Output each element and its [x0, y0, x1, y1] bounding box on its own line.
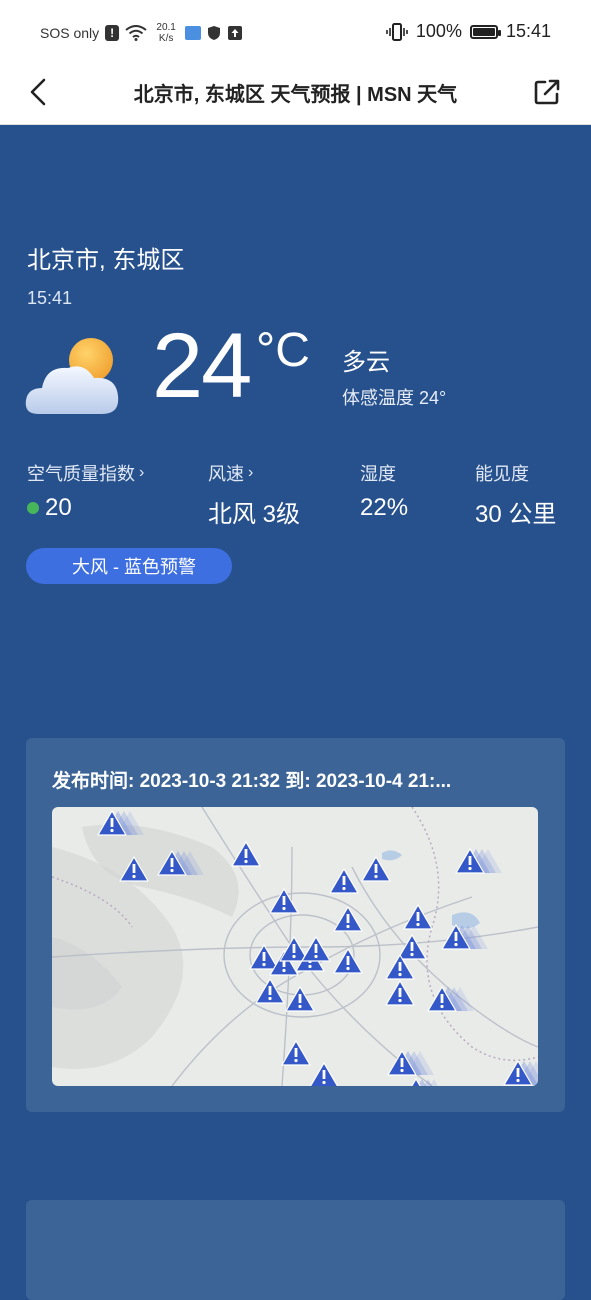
wind-value: 北风 3级	[208, 501, 301, 528]
warning-marker-icon	[285, 986, 315, 1012]
chevron-left-icon	[30, 78, 46, 106]
location-name: 北京市, 东城区	[27, 247, 185, 274]
next-section-card	[26, 1200, 565, 1300]
wind-label: 风速	[208, 464, 244, 484]
shield-icon	[208, 26, 221, 40]
warning-marker-icon	[309, 1062, 339, 1086]
warning-marker-icon	[397, 934, 427, 960]
map-canvas	[52, 807, 538, 1086]
alert-map-card: 发布时间: 2023-10-3 21:32 到: 2023-10-4 21:..…	[26, 738, 565, 1112]
warning-marker-icon	[441, 924, 488, 950]
page-header: 北京市, 东城区 天气预报 | MSN 天气	[0, 62, 591, 125]
wind-metric[interactable]: 风速 › 北风 3级	[208, 460, 300, 529]
warning-marker-icon	[269, 888, 299, 914]
temperature-value: 24	[152, 315, 252, 417]
warning-marker-icon	[281, 1040, 311, 1066]
warning-marker-icon	[249, 944, 279, 970]
external-link-icon	[534, 79, 560, 105]
humidity-value: 22%	[360, 494, 409, 521]
status-bar: SOS only ! 20.1 K/s 100% 15:41	[0, 0, 591, 62]
feels-like: 体感温度 24°	[342, 388, 447, 408]
warning-marker-icon	[455, 848, 502, 874]
status-left: SOS only ! 20.1 K/s	[40, 22, 243, 44]
visibility-label: 能见度	[475, 464, 529, 484]
warning-marker-icon	[385, 980, 415, 1006]
wifi-icon	[125, 25, 147, 41]
observation-time: 15:41	[27, 288, 73, 308]
battery-icon	[469, 24, 501, 39]
humidity-metric: 湿度 22%	[360, 460, 408, 522]
network-speed: 20.1 K/s	[153, 22, 179, 44]
aqi-value-row: 20	[27, 494, 144, 522]
alert-period-title: 发布时间: 2023-10-3 21:32 到: 2023-10-4 21:..…	[52, 771, 452, 792]
chevron-right-icon: ›	[248, 464, 254, 481]
vibrate-icon	[386, 22, 408, 41]
temperature-unit: °C	[256, 324, 310, 377]
aqi-label-row: 空气质量指数 ›	[27, 460, 144, 486]
warning-marker-icon	[361, 856, 391, 882]
upload-icon	[228, 26, 243, 40]
app-notification-icon	[185, 26, 202, 40]
warning-marker-icon	[97, 810, 144, 836]
alert-label: 大风 - 蓝色预警	[72, 557, 196, 577]
warning-marker-icon	[333, 906, 363, 932]
visibility-metric: 能见度 30 公里	[475, 460, 556, 529]
weather-condition: 多云	[342, 349, 390, 376]
weather-alert-badge[interactable]: 大风 - 蓝色预警	[26, 548, 232, 584]
carrier-text: SOS only	[40, 25, 100, 41]
sim-alert-icon: !	[105, 25, 120, 41]
humidity-label: 湿度	[360, 464, 396, 484]
chevron-right-icon: ›	[139, 464, 145, 481]
aqi-label: 空气质量指数	[27, 464, 135, 484]
aqi-metric[interactable]: 空气质量指数 › 20	[27, 460, 144, 522]
open-external-button[interactable]	[531, 76, 563, 108]
warning-marker-icon	[403, 904, 433, 930]
warning-marker-icon	[387, 1050, 434, 1076]
partly-cloudy-icon	[25, 338, 119, 414]
aqi-status-dot	[27, 502, 39, 514]
net-speed-value: 20.1	[156, 22, 176, 33]
clock: 15:41	[505, 21, 551, 41]
warning-marker-icon	[231, 841, 261, 867]
back-button[interactable]	[22, 76, 54, 108]
warning-marker-icon	[329, 868, 359, 894]
warning-marker-icon	[301, 936, 331, 962]
net-speed-unit: K/s	[158, 33, 174, 44]
warning-marker-icon	[503, 1060, 538, 1086]
page-title: 北京市, 东城区 天气预报 | MSN 天气	[133, 84, 458, 106]
aqi-value: 20	[45, 494, 72, 521]
battery-percent: 100%	[415, 21, 462, 41]
wind-label-row: 风速 ›	[208, 460, 300, 486]
visibility-value: 30 公里	[475, 501, 557, 528]
alert-map[interactable]	[52, 807, 538, 1086]
status-right: 100% 15:41	[386, 21, 551, 42]
